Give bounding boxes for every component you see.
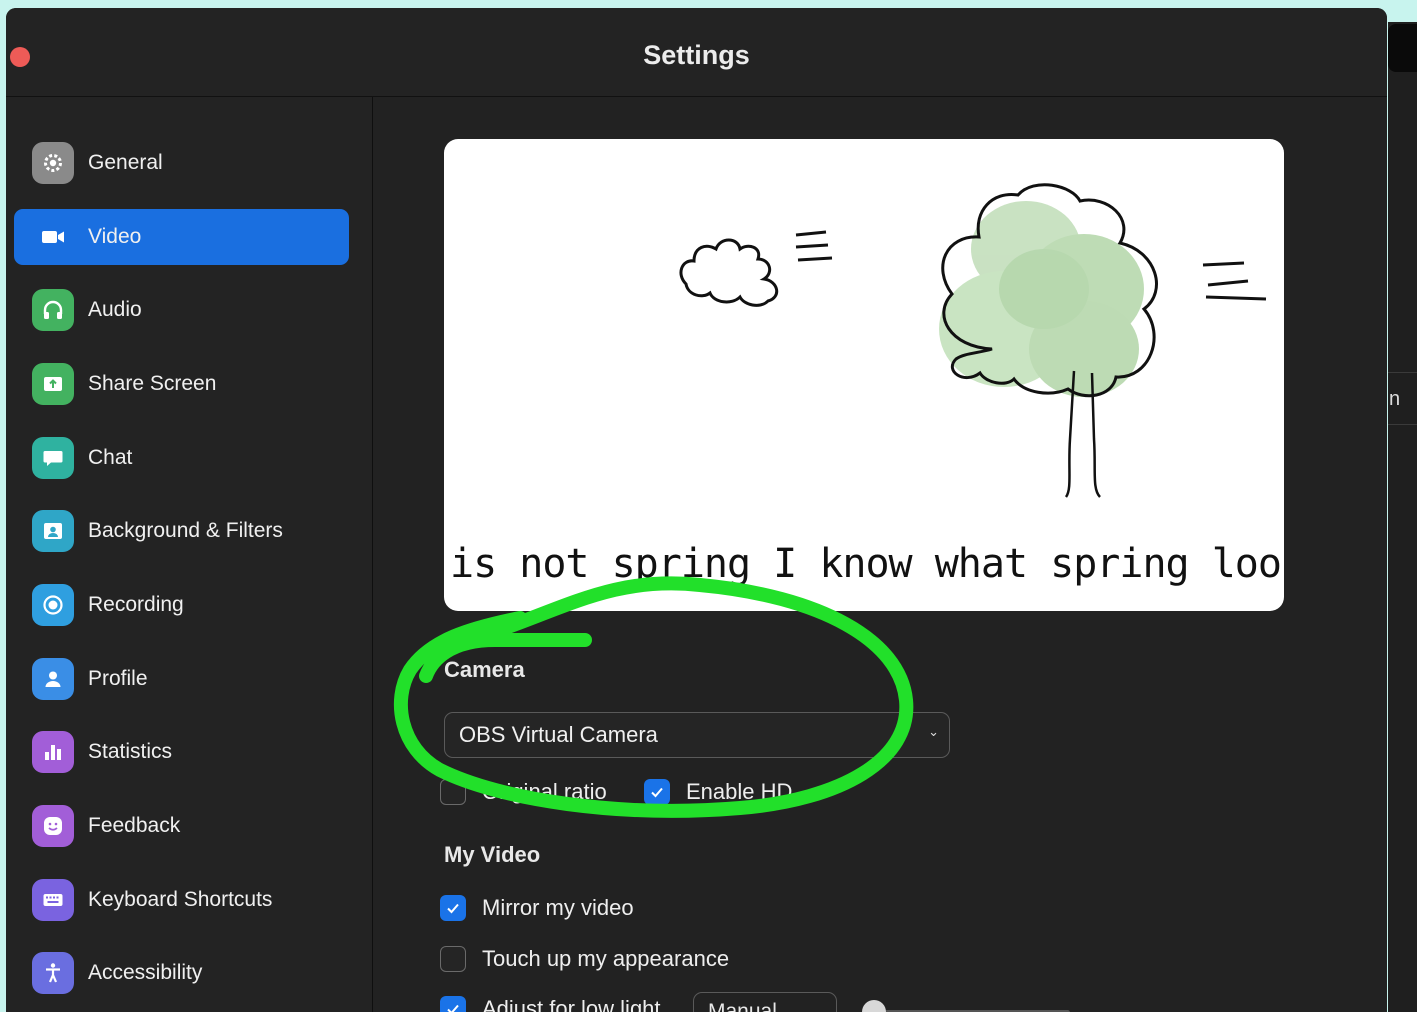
- original-ratio-option[interactable]: Original ratio: [440, 779, 607, 805]
- low-light-label: Adjust for low light: [482, 996, 661, 1012]
- original-ratio-label: Original ratio: [482, 779, 607, 804]
- sidebar-item-label: Share Screen: [88, 372, 217, 395]
- low-light-mode-select[interactable]: Manual ⌄: [693, 992, 837, 1012]
- headphones-icon: [32, 289, 74, 331]
- sidebar-item-keyboard-shortcuts[interactable]: Keyboard Shortcuts: [14, 872, 349, 928]
- enable-hd-checkbox[interactable]: [644, 779, 670, 805]
- mirror-video-checkbox[interactable]: [440, 895, 466, 921]
- touch-up-checkbox[interactable]: [440, 946, 466, 972]
- sidebar-item-label: Background & Filters: [88, 519, 283, 542]
- accessibility-icon: [32, 952, 74, 994]
- sidebar-item-background-filters[interactable]: Background & Filters: [14, 503, 349, 559]
- background-person-icon: [32, 510, 74, 552]
- sidebar-item-profile[interactable]: Profile: [14, 651, 349, 707]
- chevron-down-icon: ⌄: [815, 1004, 826, 1012]
- touch-up-option[interactable]: Touch up my appearance: [440, 946, 729, 972]
- sidebar-item-accessibility[interactable]: Accessibility: [14, 945, 349, 1001]
- sidebar-item-label: Recording: [88, 593, 184, 616]
- low-light-checkbox[interactable]: [440, 996, 466, 1012]
- gear-icon: [32, 142, 74, 184]
- camera-preview: is not spring I know what spring looks a…: [444, 139, 1284, 611]
- sidebar-item-statistics[interactable]: Statistics: [14, 724, 349, 780]
- low-light-mode-value: Manual: [708, 1000, 777, 1012]
- sidebar-item-label: Video: [88, 225, 142, 248]
- sidebar-item-label: Feedback: [88, 814, 181, 837]
- record-icon: [32, 584, 74, 626]
- chat-bubble-icon: [32, 437, 74, 479]
- sidebar-item-label: Profile: [88, 667, 148, 690]
- sidebar-item-feedback[interactable]: Feedback: [14, 798, 349, 854]
- window-title: Settings: [643, 40, 750, 70]
- original-ratio-checkbox[interactable]: [440, 779, 466, 805]
- sidebar-item-label: General: [88, 151, 163, 174]
- sidebar-item-recording[interactable]: Recording: [14, 577, 349, 633]
- my-video-section-title: My Video: [444, 842, 541, 867]
- sidebar-item-audio[interactable]: Audio: [14, 282, 349, 338]
- sidebar-item-video[interactable]: Video: [14, 209, 349, 265]
- background-window-text: n: [1389, 388, 1401, 410]
- sidebar-item-share-screen[interactable]: Share Screen: [14, 356, 349, 412]
- checkmark-icon: [447, 903, 459, 914]
- keyboard-icon: [32, 879, 74, 921]
- low-light-option[interactable]: Adjust for low light: [440, 996, 661, 1012]
- video-camera-icon: [32, 216, 74, 258]
- divider: [1388, 372, 1417, 373]
- sidebar-item-label: Keyboard Shortcuts: [88, 888, 273, 911]
- bar-chart-icon: [32, 731, 74, 773]
- sidebar-item-label: Statistics: [88, 740, 173, 763]
- background-window-bar: [1388, 24, 1417, 72]
- mirror-video-label: Mirror my video: [482, 895, 634, 920]
- sidebar-item-label: Audio: [88, 298, 142, 321]
- camera-section-title: Camera: [444, 657, 525, 682]
- smiley-icon: [32, 805, 74, 847]
- checkmark-icon: [651, 787, 663, 798]
- enable-hd-label: Enable HD: [686, 779, 793, 804]
- touch-up-label: Touch up my appearance: [482, 946, 730, 971]
- settings-window: Settings General Video Audio Share Scree…: [6, 8, 1387, 1012]
- checkmark-icon: [447, 1004, 459, 1012]
- camera-select-value: OBS Virtual Camera: [459, 722, 658, 747]
- video-settings-panel: is not spring I know what spring looks a…: [373, 97, 1387, 1012]
- sidebar: General Video Audio Share Screen Chat Ba…: [6, 97, 373, 1012]
- share-screen-icon: [32, 363, 74, 405]
- sidebar-item-general[interactable]: General: [14, 135, 349, 191]
- chevron-down-icon: ⌄: [928, 724, 939, 739]
- profile-icon: [32, 658, 74, 700]
- sidebar-item-chat[interactable]: Chat: [14, 430, 349, 486]
- camera-select[interactable]: OBS Virtual Camera ⌄: [444, 712, 950, 758]
- title-bar: Settings: [6, 8, 1387, 97]
- low-light-slider-thumb[interactable]: [862, 1000, 886, 1012]
- mirror-video-option[interactable]: Mirror my video: [440, 895, 634, 921]
- sidebar-item-label: Chat: [88, 446, 133, 469]
- sidebar-item-label: Accessibility: [88, 961, 203, 984]
- video-caption-text: is not spring I know what spring looks a…: [450, 541, 1284, 587]
- enable-hd-option[interactable]: Enable HD: [644, 779, 792, 805]
- background-window: n: [1388, 22, 1417, 1012]
- divider: [1388, 424, 1417, 425]
